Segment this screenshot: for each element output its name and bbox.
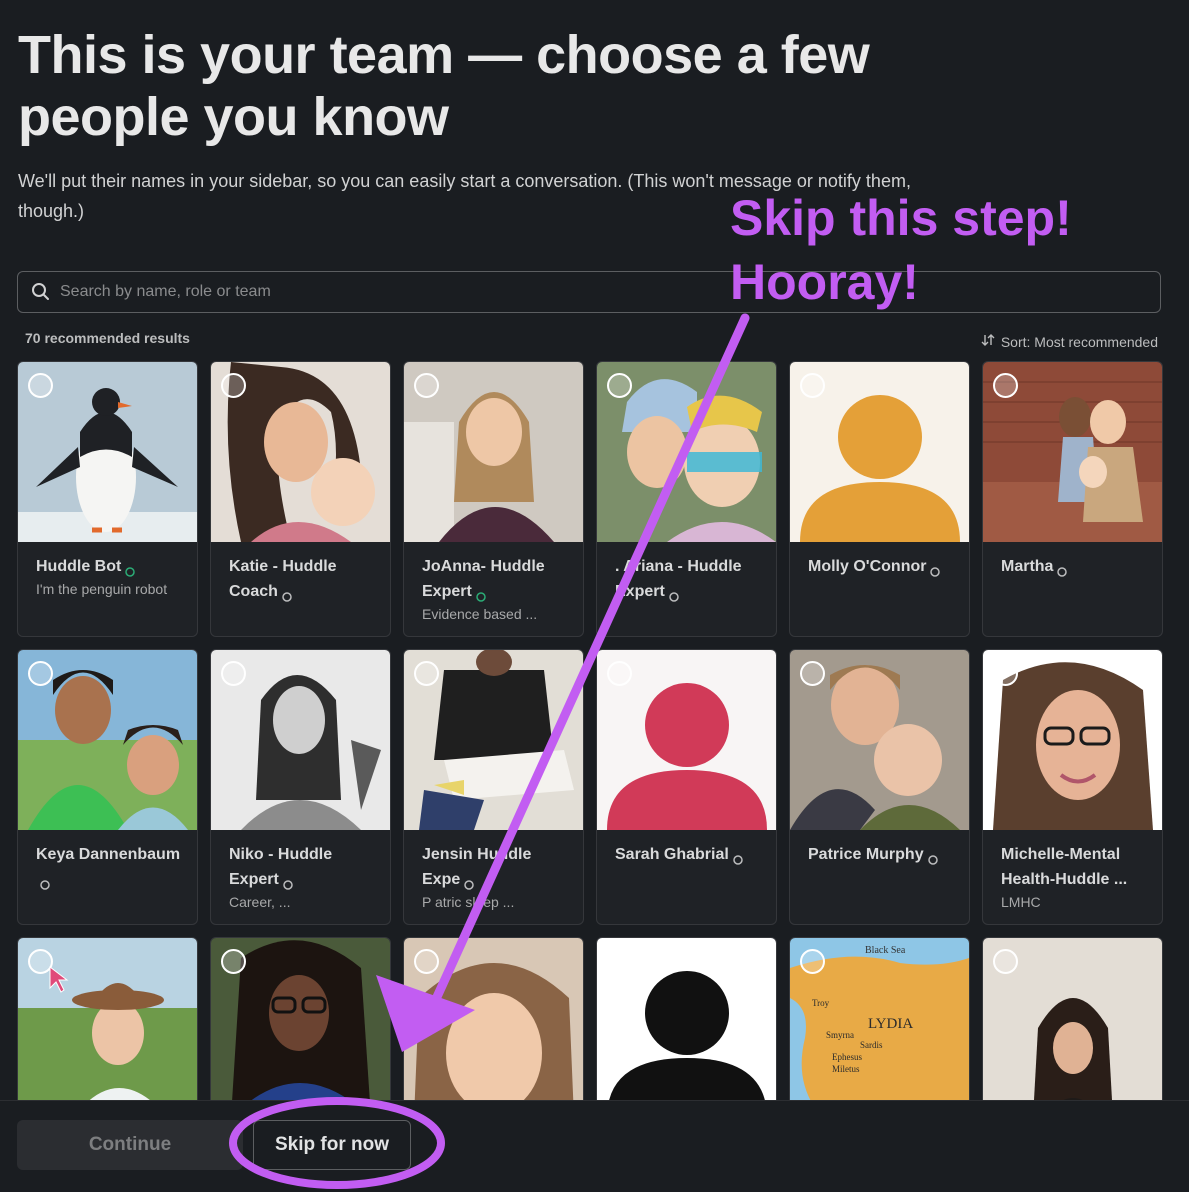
avatar (18, 938, 197, 1106)
person-name: Patrice Murphy (808, 846, 924, 863)
select-checkbox[interactable] (221, 949, 246, 974)
annotation-text: Skip this step! Hooray! (730, 186, 1072, 314)
person-name: Niko - Huddle Expert (229, 846, 333, 888)
avatar (983, 362, 1162, 542)
status-icon (463, 874, 475, 890)
select-checkbox[interactable] (28, 373, 53, 398)
annotation-line: Hooray! (730, 254, 919, 310)
select-checkbox[interactable] (993, 373, 1018, 398)
person-card[interactable]: Martha (982, 361, 1163, 637)
sort-icon (981, 333, 995, 350)
avatar (983, 938, 1162, 1106)
avatar (18, 362, 197, 542)
person-name: Molly O'Connor (808, 558, 927, 575)
person-card[interactable]: JoAnna- Huddle Expert Evidence based ... (403, 361, 584, 637)
status-icon (39, 874, 51, 890)
avatar (211, 362, 390, 542)
person-status: Evidence based ... (422, 606, 538, 622)
person-name: Michelle-Mental Health-Huddle ... (1001, 846, 1128, 888)
status-icon (732, 849, 744, 865)
status-icon (282, 874, 294, 890)
person-card[interactable]: Patrice Murphy (789, 649, 970, 925)
avatar (597, 938, 776, 1106)
person-card[interactable]: Niko - Huddle Expert Career, ... (210, 649, 391, 925)
avatar (597, 650, 776, 830)
select-checkbox[interactable] (414, 949, 439, 974)
person-status: I'm the penguin robot (36, 581, 168, 597)
footer-bar: Continue Skip for now (0, 1100, 1189, 1192)
select-checkbox[interactable] (993, 661, 1018, 686)
avatar: Black Sea LYDIA Troy Smyrna Sardis Ephes… (790, 938, 969, 1106)
status-icon (929, 561, 941, 577)
person-card[interactable] (403, 937, 584, 1107)
person-status: Career, ... (229, 894, 291, 910)
select-checkbox[interactable] (800, 373, 825, 398)
search-icon (30, 281, 52, 303)
select-checkbox[interactable] (28, 949, 53, 974)
select-checkbox[interactable] (221, 661, 246, 686)
select-checkbox[interactable] (993, 949, 1018, 974)
select-checkbox[interactable] (607, 373, 632, 398)
avatar (18, 650, 197, 830)
person-card[interactable] (982, 937, 1163, 1107)
sort-label: Sort: Most recommended (1000, 333, 1158, 350)
select-checkbox[interactable] (28, 661, 53, 686)
person-card[interactable]: Molly O'Connor (789, 361, 970, 637)
person-name: Martha (1001, 558, 1054, 575)
avatar (404, 938, 583, 1106)
continue-button[interactable]: Continue (17, 1120, 243, 1170)
results-count: 70 recommended results (25, 330, 190, 346)
avatar (404, 362, 583, 542)
avatar (211, 650, 390, 830)
map-city-label: Troy (812, 998, 830, 1008)
person-card[interactable]: Jensin Huddle Expe P atric sleep ... (403, 649, 584, 925)
map-city-label: Ephesus (832, 1052, 862, 1062)
person-card[interactable]: Sarah Ghabrial (596, 649, 777, 925)
select-checkbox[interactable] (800, 949, 825, 974)
person-name: Jensin Huddle Expe (422, 846, 532, 888)
person-card[interactable]: Huddle Bot I'm the penguin robot (17, 361, 198, 637)
person-card[interactable]: . Ariana - Huddle Expert (596, 361, 777, 637)
person-status: P atric sleep ... (422, 894, 515, 910)
person-name: Keya Dannenbaum (36, 846, 181, 863)
person-card[interactable] (596, 937, 777, 1107)
sort-control[interactable]: Sort: Most recommended (981, 333, 1158, 350)
avatar (404, 650, 583, 830)
status-icon (124, 561, 136, 577)
select-checkbox[interactable] (607, 949, 632, 974)
person-card[interactable]: Michelle-Mental Health-Huddle ... LMHC (982, 649, 1163, 925)
status-icon (281, 586, 293, 602)
map-city-label: Sardis (860, 1040, 883, 1050)
select-checkbox[interactable] (607, 661, 632, 686)
person-card[interactable]: Katie - Huddle Coach (210, 361, 391, 637)
person-name: Sarah Ghabrial (615, 846, 729, 863)
avatar (211, 938, 390, 1106)
person-card[interactable]: Black Sea LYDIA Troy Smyrna Sardis Ephes… (789, 937, 970, 1107)
people-grid: Huddle Bot I'm the penguin robot Katie -… (17, 361, 1163, 1107)
person-card[interactable] (210, 937, 391, 1107)
avatar (790, 362, 969, 542)
status-icon (668, 586, 680, 602)
map-city-label: Miletus (832, 1064, 860, 1074)
avatar (597, 362, 776, 542)
select-checkbox[interactable] (221, 373, 246, 398)
status-icon (1056, 561, 1068, 577)
select-checkbox[interactable] (414, 661, 439, 686)
person-name: Huddle Bot (36, 558, 122, 575)
skip-for-now-button[interactable]: Skip for now (253, 1120, 411, 1170)
select-checkbox[interactable] (800, 661, 825, 686)
person-card[interactable]: Keya Dannenbaum (17, 649, 198, 925)
status-icon (475, 586, 487, 602)
map-region-label: LYDIA (868, 1016, 913, 1032)
map-sea-label: Black Sea (865, 945, 906, 956)
annotation-line: Skip this step! (730, 190, 1072, 246)
person-status: LMHC (1001, 894, 1041, 910)
avatar (790, 650, 969, 830)
person-card[interactable] (17, 937, 198, 1107)
status-icon (927, 849, 939, 865)
page-title: This is your team — choose a few people … (18, 25, 870, 147)
select-checkbox[interactable] (414, 373, 439, 398)
avatar (983, 650, 1162, 830)
map-city-label: Smyrna (826, 1030, 854, 1040)
